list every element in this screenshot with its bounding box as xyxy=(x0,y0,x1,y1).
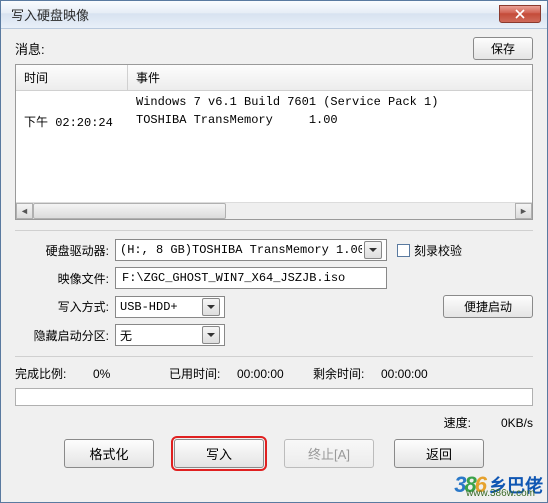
hide-boot-row: 隐藏启动分区: 无 xyxy=(15,324,533,346)
quick-boot-button[interactable]: 便捷启动 xyxy=(443,295,533,318)
watermark-url: www.386w.com xyxy=(466,488,535,499)
log-header: 时间 事件 xyxy=(16,65,532,91)
done-label: 完成比例: xyxy=(15,365,93,382)
bottom-button-row: 格式化 写入 终止[A] 返回 xyxy=(15,439,533,468)
write-mode-value: USB-HDD+ xyxy=(120,300,200,314)
divider xyxy=(15,356,533,357)
scroll-left-button[interactable]: ◄ xyxy=(16,203,33,219)
drive-row: 硬盘驱动器: (H:, 8 GB)TOSHIBA TransMemory 1.0… xyxy=(15,239,533,261)
log-body: Windows 7 v6.1 Build 7601 (Service Pack … xyxy=(16,91,532,202)
chevron-down-icon[interactable] xyxy=(202,298,220,316)
drive-value: (H:, 8 GB)TOSHIBA TransMemory 1.00 xyxy=(120,243,362,257)
image-path-input[interactable] xyxy=(115,267,387,289)
scroll-thumb[interactable] xyxy=(33,203,226,219)
write-mode-select[interactable]: USB-HDD+ xyxy=(115,296,225,318)
speed-label: 速度: xyxy=(444,414,471,431)
drive-label: 硬盘驱动器: xyxy=(15,242,115,259)
horizontal-scrollbar[interactable]: ◄ ► xyxy=(16,202,532,219)
write-mode-row: 写入方式: USB-HDD+ 便捷启动 xyxy=(15,295,533,318)
checkbox-icon xyxy=(397,244,410,257)
message-label: 消息: xyxy=(15,39,473,58)
image-row: 映像文件: xyxy=(15,267,533,289)
divider xyxy=(15,230,533,231)
hide-boot-value: 无 xyxy=(120,327,200,344)
log-row[interactable]: Windows 7 v6.1 Build 7601 (Service Pack … xyxy=(16,93,532,111)
close-button[interactable] xyxy=(499,5,541,23)
write-mode-label: 写入方式: xyxy=(15,298,115,315)
speed-row: 速度: 0KB/s xyxy=(15,414,533,431)
hide-boot-label: 隐藏启动分区: xyxy=(15,327,115,344)
message-row: 消息: 保存 xyxy=(15,37,533,60)
back-button[interactable]: 返回 xyxy=(394,439,484,468)
remain-label: 剩余时间: xyxy=(313,365,381,382)
hide-boot-select[interactable]: 无 xyxy=(115,324,225,346)
drive-select[interactable]: (H:, 8 GB)TOSHIBA TransMemory 1.00 xyxy=(115,239,387,261)
window-buttons xyxy=(499,6,541,23)
scroll-right-button[interactable]: ► xyxy=(515,203,532,219)
scroll-track[interactable] xyxy=(33,203,515,219)
log-event: TOSHIBA TransMemory 1.00 xyxy=(128,111,532,132)
progress-bar xyxy=(15,388,533,406)
dialog-window: 写入硬盘映像 消息: 保存 时间 事件 Windows 7 v6.1 Build… xyxy=(0,0,548,503)
save-button[interactable]: 保存 xyxy=(473,37,533,60)
log-event: Windows 7 v6.1 Build 7601 (Service Pack … xyxy=(128,93,532,111)
log-time: 下午 02:20:24 xyxy=(16,111,128,132)
format-button[interactable]: 格式化 xyxy=(64,439,154,468)
window-title: 写入硬盘映像 xyxy=(11,5,499,24)
burn-verify-checkbox[interactable]: 刻录校验 xyxy=(397,242,462,259)
elapsed-label: 已用时间: xyxy=(169,365,237,382)
log-panel: 时间 事件 Windows 7 v6.1 Build 7601 (Service… xyxy=(15,64,533,220)
elapsed-value: 00:00:00 xyxy=(237,367,313,381)
done-value: 0% xyxy=(93,367,169,381)
write-button[interactable]: 写入 xyxy=(174,439,264,468)
abort-button[interactable]: 终止[A] xyxy=(284,439,374,468)
col-header-event[interactable]: 事件 xyxy=(128,65,532,90)
log-row[interactable]: 下午 02:20:24 TOSHIBA TransMemory 1.00 xyxy=(16,111,532,132)
chevron-down-icon[interactable] xyxy=(364,241,382,259)
burn-verify-label: 刻录校验 xyxy=(414,242,462,259)
remain-value: 00:00:00 xyxy=(381,367,428,381)
titlebar: 写入硬盘映像 xyxy=(1,1,547,29)
chevron-down-icon[interactable] xyxy=(202,326,220,344)
speed-value: 0KB/s xyxy=(501,416,533,430)
progress-info-row: 完成比例: 0% 已用时间: 00:00:00 剩余时间: 00:00:00 xyxy=(15,365,533,382)
log-time xyxy=(16,93,128,111)
image-label: 映像文件: xyxy=(15,270,115,287)
col-header-time[interactable]: 时间 xyxy=(16,65,128,90)
content-area: 消息: 保存 时间 事件 Windows 7 v6.1 Build 7601 (… xyxy=(1,29,547,478)
